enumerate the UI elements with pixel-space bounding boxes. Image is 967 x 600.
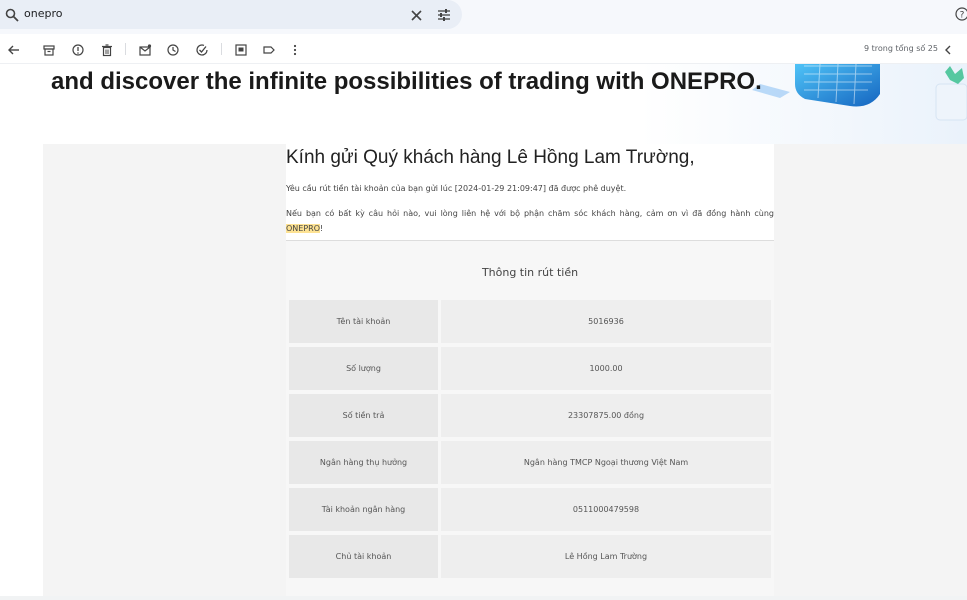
toolbar-divider	[221, 43, 222, 55]
row-label: Số tiền trả	[289, 394, 438, 437]
row-value: 5016936	[441, 300, 771, 343]
approval-message: Yêu cầu rút tiền tài khoản của bạn gửi l…	[286, 184, 627, 193]
hero-headline: and discover the infinite possibilities …	[51, 68, 762, 95]
table-row: Tên tài khoản 5016936	[289, 300, 771, 343]
mark-unread-icon[interactable]	[138, 42, 152, 56]
close-icon[interactable]	[410, 7, 423, 26]
toolbar-divider	[125, 43, 126, 55]
table-row: Số tiền trả 23307875.00 đồng	[289, 394, 771, 437]
email-content-card: Kính gửi Quý khách hàng Lê Hồng Lam Trườ…	[286, 144, 774, 600]
row-label: Tên tài khoản	[289, 300, 438, 343]
greeting-heading: Kính gửi Quý khách hàng Lê Hồng Lam Trườ…	[286, 147, 695, 168]
row-label: Ngân hàng thụ hưởng	[289, 441, 438, 484]
search-input[interactable]: onepro	[24, 7, 62, 20]
table-row: Chủ tài khoản Lê Hồng Lam Trường	[289, 535, 771, 578]
tune-icon[interactable]	[437, 7, 451, 26]
delete-icon[interactable]	[100, 42, 114, 57]
search-highlight: ONEPRO	[286, 224, 321, 233]
row-value: 0511000479598	[441, 488, 771, 531]
svg-text:?: ?	[960, 11, 965, 21]
table-row: Tài khoản ngân hàng 0511000479598	[289, 488, 771, 531]
message-toolbar: 9 trong tổng số 25	[0, 34, 967, 64]
support-message-end: !	[320, 224, 324, 233]
table-title: Thông tin rút tiền	[481, 266, 579, 279]
archive-icon[interactable]	[42, 42, 56, 56]
back-arrow-icon[interactable]	[7, 42, 21, 56]
email-body: and discover the infinite possibilities …	[0, 64, 967, 600]
top-bar: onepro ?	[0, 0, 967, 32]
row-value: 1000.00	[441, 347, 771, 390]
support-message: Nếu bạn có bất kỳ câu hỏi nào, vui lòng …	[286, 206, 774, 236]
email-hero-banner: and discover the infinite possibilities …	[0, 64, 967, 144]
support-message-text: Nếu bạn có bất kỳ câu hỏi nào, vui lòng …	[286, 209, 774, 218]
row-label: Chủ tài khoản	[289, 535, 438, 578]
table-row: Ngân hàng thụ hưởng Ngân hàng TMCP Ngoại…	[289, 441, 771, 484]
table-row: Số lượng 1000.00	[289, 347, 771, 390]
report-spam-icon[interactable]	[71, 42, 85, 56]
search-bar[interactable]: onepro	[0, 0, 462, 29]
row-label: Tài khoản ngân hàng	[289, 488, 438, 531]
bottom-strip	[0, 596, 967, 600]
move-to-icon[interactable]	[234, 42, 248, 56]
prev-icon[interactable]	[941, 42, 955, 56]
message-count: 9 trong tổng số 25	[864, 44, 938, 53]
more-vert-icon[interactable]	[288, 42, 302, 56]
search-icon[interactable]	[5, 7, 19, 26]
row-value: 23307875.00 đồng	[441, 394, 771, 437]
row-value: Lê Hồng Lam Trường	[441, 535, 771, 578]
row-value: Ngân hàng TMCP Ngoại thương Việt Nam	[441, 441, 771, 484]
withdrawal-info-table: Thông tin rút tiền Tên tài khoản 5016936…	[286, 241, 774, 600]
label-icon[interactable]	[262, 42, 276, 56]
help-icon[interactable]: ?	[955, 6, 967, 25]
add-task-icon[interactable]	[195, 42, 209, 56]
snooze-icon[interactable]	[166, 42, 180, 56]
row-label: Số lượng	[289, 347, 438, 390]
